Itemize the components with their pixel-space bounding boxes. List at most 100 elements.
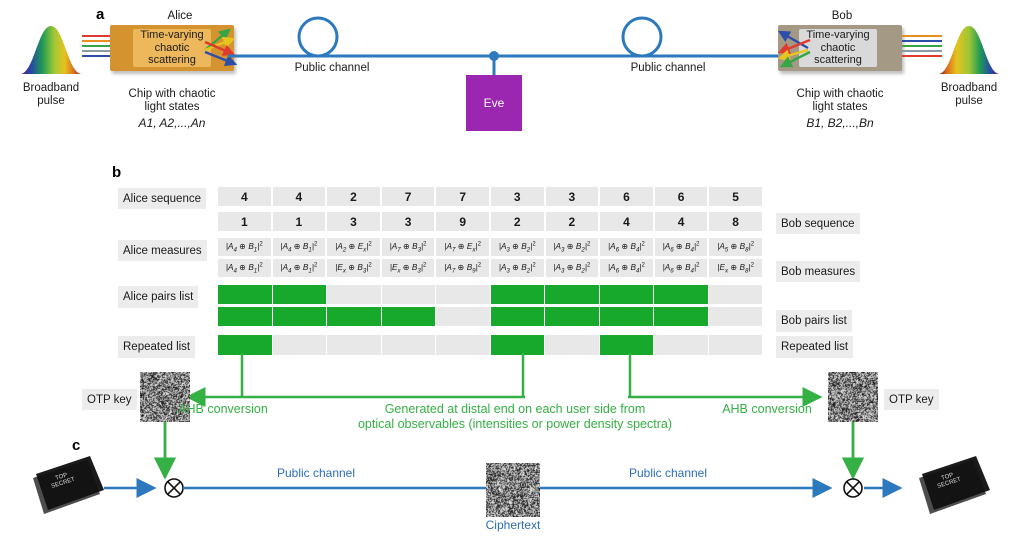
alice-sequence-cell: 6 — [600, 187, 653, 206]
alice-measure-cell: |A5 ⊕ B8|2 — [709, 238, 762, 256]
bob-title: Bob — [831, 10, 853, 22]
alice-measure-cell: |A4 ⊕ B1|2 — [218, 238, 271, 256]
alice-pairs-green-cell — [654, 285, 708, 304]
repeated-gray-cell — [545, 335, 599, 355]
bob-pairs-green-cell — [381, 307, 435, 326]
bob-measure-cell: |A4 ⊕ B1|2 — [272, 259, 326, 277]
bob-sequence-cell: 2 — [490, 212, 544, 231]
alice-sequence-cell: 4 — [218, 187, 271, 206]
bob-pairs-green-cell — [490, 307, 544, 326]
bob-sequence-row: 1133922448 — [218, 212, 762, 231]
panel-b-letter: b — [112, 164, 122, 181]
bob-pairs-green-cell — [218, 307, 272, 326]
bob-pairs-gray-cell — [708, 307, 762, 326]
alice-pairs-green-cell — [545, 285, 599, 304]
alice-pairs-row — [218, 285, 762, 304]
repeated-row — [218, 335, 762, 355]
bob-pairs-row — [218, 307, 762, 326]
bob-sequence-cell: 3 — [381, 212, 435, 231]
alice-pairs-gray-cell — [436, 285, 490, 304]
alice-sequence-cell: 5 — [709, 187, 762, 206]
bob-pairs-green-cell — [654, 307, 708, 326]
row-label-bob-pairs: Bob pairs list — [776, 310, 852, 332]
alice-pairs-green-cell — [599, 285, 653, 304]
panel-a-letter: a — [96, 6, 105, 23]
row-label-bob-measures: Bob measures — [776, 261, 861, 282]
otp-key-right-label: OTP key — [884, 389, 939, 410]
alice-caption-line1: Chip with chaotic — [128, 88, 216, 100]
row-label-alice-measures: Alice measures — [118, 240, 207, 261]
pulse-left-line2: pulse — [37, 95, 65, 107]
bob-caption: Chip with chaotic light states — [772, 88, 908, 114]
bob-sequence-cell: 2 — [545, 212, 599, 231]
alice-sequence-cell: 4 — [272, 187, 326, 206]
alice-sequence-cell: 7 — [381, 187, 435, 206]
alice-sequence-cell: 6 — [654, 187, 708, 206]
repeated-gray-cell — [436, 335, 490, 355]
repeated-gray-cell — [327, 335, 381, 355]
alice-sequence-cell: 3 — [490, 187, 544, 206]
generated-note-line1: Generated at distal end on each user sid… — [384, 402, 646, 416]
bob-measure-cell: |Ex ⊕ B3|2 — [381, 259, 435, 277]
broadband-pulse-left-label: Broadband pulse — [8, 82, 94, 108]
alice-states: A1, A2,...,An — [138, 116, 206, 130]
ahb-conversion-left-label: AHB conversion — [178, 402, 268, 416]
alice-sequence-cell: 3 — [545, 187, 599, 206]
row-label-alice-pairs: Alice pairs list — [118, 286, 199, 308]
otp-key-right-image — [828, 372, 878, 422]
broadband-pulse-left-icon — [20, 26, 82, 74]
bob-measure-cell: |A3 ⊕ B2|2 — [490, 259, 544, 277]
bob-sequence-cell: 9 — [436, 212, 489, 231]
panel-c-public-channel-left-label: Public channel — [276, 466, 356, 480]
repeated-green-cell — [599, 335, 653, 355]
broadband-pulse-right-label: Broadband pulse — [926, 82, 1012, 108]
figure-root: a Broadband pulse Alice Time-varying cha… — [0, 0, 1024, 536]
repeated-green-cell — [218, 335, 272, 355]
alice-pairs-green-cell — [490, 285, 544, 304]
alice-measure-cell: |A7 ⊕ Ex|2 — [436, 238, 489, 256]
bob-caption-line2: light states — [812, 101, 868, 113]
bob-caption-line1: Chip with chaotic — [796, 88, 884, 100]
bob-measure-cell: |Ex ⊕ B8|2 — [709, 259, 762, 277]
repeated-gray-cell — [381, 335, 435, 355]
broadband-pulse-right-icon — [938, 26, 1000, 74]
ciphertext-image — [486, 463, 540, 517]
alice-sequence-row: 4427733665 — [218, 187, 762, 206]
bob-measure-cell: |A4 ⊕ B1|2 — [218, 259, 271, 277]
alice-measure-cell: |A3 ⊕ B2|2 — [490, 238, 544, 256]
alice-caption-line2: light states — [144, 101, 200, 113]
repeated-green-cell — [490, 335, 544, 355]
repeated-gray-cell — [708, 335, 762, 355]
alice-measure-cell: |A4 ⊕ B1|2 — [272, 238, 326, 256]
alice-sequence-cell: 2 — [327, 187, 380, 206]
eve-label: Eve — [483, 96, 505, 110]
bob-scatter-arrows-icon — [777, 30, 811, 68]
pulse-right-line1: Broadband — [940, 82, 998, 94]
pulse-right-line2: pulse — [955, 95, 983, 107]
alice-measure-cell: |A6 ⊕ B4|2 — [654, 238, 708, 256]
repeated-gray-cell — [654, 335, 708, 355]
repeated-gray-cell — [272, 335, 326, 355]
bob-states: B1, B2,...,Bn — [806, 116, 874, 130]
bob-sequence-cell: 4 — [654, 212, 708, 231]
alice-pairs-gray-cell — [327, 285, 381, 304]
bob-measure-cell: |A3 ⊕ B2|2 — [545, 259, 599, 277]
bob-sequence-cell: 1 — [218, 212, 271, 231]
public-channel-right-label: Public channel — [630, 62, 706, 74]
alice-chip-inner-label: Time-varying chaotic scattering — [133, 29, 211, 67]
secret-document-left-icon: TOP SECRET — [33, 456, 104, 514]
alice-measure-cell: |A3 ⊕ B2|2 — [545, 238, 599, 256]
alice-measure-cell: |A6 ⊕ B4|2 — [600, 238, 653, 256]
row-label-bob-sequence: Bob sequence — [776, 213, 860, 234]
bob-measure-cell: |A6 ⊕ B4|2 — [600, 259, 653, 277]
bob-sequence-cell: 8 — [709, 212, 762, 231]
alice-pairs-green-cell — [272, 285, 326, 304]
alice-sequence-cell: 7 — [436, 187, 489, 206]
alice-measures-row: |A4 ⊕ B1|2 |A4 ⊕ B1|2 |A2 ⊕ Ex|2 |A7 ⊕ B3|2… — [218, 238, 762, 256]
bob-pairs-green-cell — [599, 307, 653, 326]
alice-title: Alice — [167, 10, 193, 22]
pulse-left-line1: Broadband — [22, 82, 80, 94]
bob-pairs-gray-cell — [436, 307, 490, 326]
bob-measure-cell: |Ex ⊕ B3|2 — [327, 259, 380, 277]
bob-measure-cell: |A6 ⊕ B4|2 — [654, 259, 708, 277]
